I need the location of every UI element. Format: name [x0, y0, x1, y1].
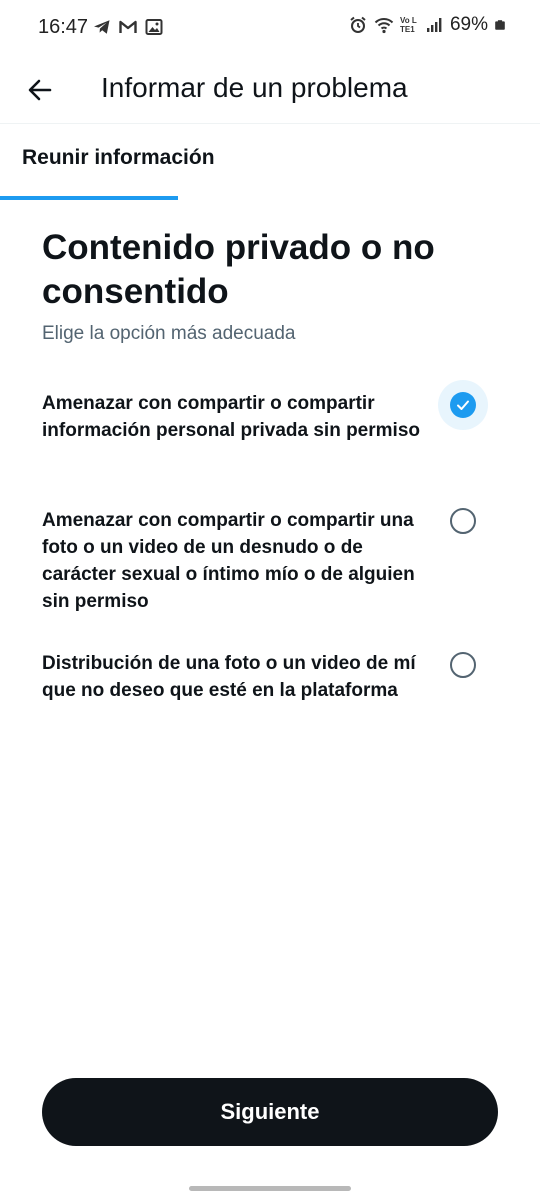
alarm-icon: [350, 16, 366, 33]
signal-icon: [426, 18, 442, 32]
image-icon: [145, 19, 163, 35]
option-label: Amenazar con compartir o compartir infor…: [42, 393, 420, 441]
telegram-icon: [94, 20, 110, 34]
battery-icon: [495, 20, 505, 30]
section-title: Contenido privado o no consentido: [42, 228, 435, 311]
tab-reunir-informacion[interactable]: Reunir información: [0, 126, 215, 200]
option-distribucion-foto[interactable]: Distribución de una foto o un video de m…: [0, 650, 540, 734]
back-button[interactable]: [20, 70, 60, 110]
volte-icon: Vo LTE1: [399, 16, 417, 34]
status-time: 16:47: [38, 16, 89, 38]
arrow-left-icon: [28, 79, 52, 101]
status-bar: 16:47 Vo LTE1 69%: [0, 0, 540, 56]
status-system-icons: Vo LTE1 69%: [348, 14, 506, 36]
radio-unselected[interactable]: [450, 508, 476, 534]
tab-active-indicator: [0, 196, 178, 200]
app-header: Informar de un problema: [0, 56, 540, 124]
status-notification-icons: [92, 17, 164, 37]
page-title: Informar de un problema: [101, 72, 408, 103]
option-foto-desnudo[interactable]: Amenazar con compartir o compartir una f…: [0, 507, 540, 617]
option-label: Amenazar con compartir o compartir una f…: [42, 510, 415, 612]
battery-percentage: 69%: [449, 14, 488, 35]
checkmark-icon: [457, 400, 469, 410]
gmail-icon: [119, 20, 137, 33]
radio-unselected[interactable]: [450, 652, 476, 678]
next-button[interactable]: Siguiente: [42, 1078, 498, 1146]
screen: 16:47 Vo LTE1 69% Informar de un problem…: [0, 0, 540, 1200]
section-subtitle: Elige la opción más adecuada: [42, 323, 296, 344]
tab-label: Reunir información: [22, 146, 215, 169]
option-label: Distribución de una foto o un video de m…: [42, 653, 416, 701]
wifi-icon: [374, 18, 394, 34]
radio-selected[interactable]: [450, 392, 476, 418]
home-indicator[interactable]: [189, 1186, 351, 1191]
option-informacion-personal[interactable]: Amenazar con compartir o compartir infor…: [0, 380, 540, 474]
